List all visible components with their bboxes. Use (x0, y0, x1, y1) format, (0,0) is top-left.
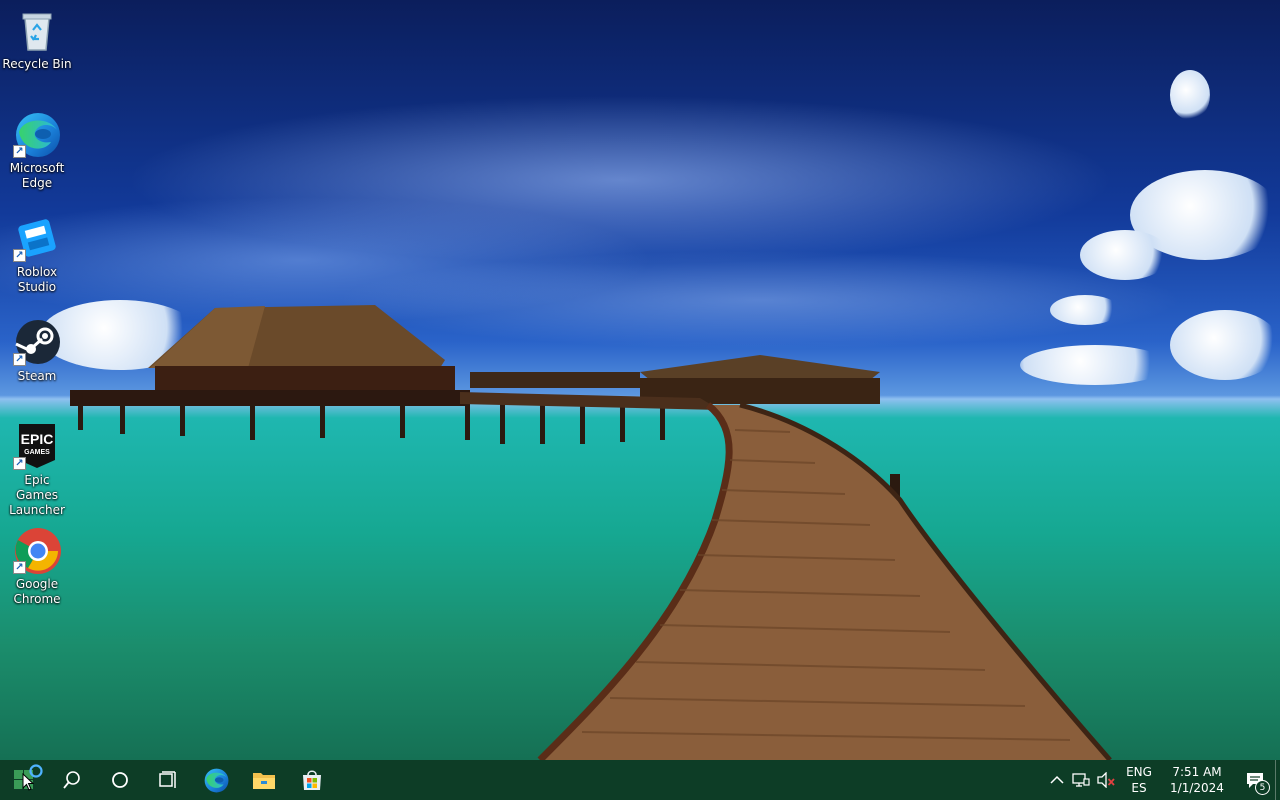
desktop-icon-roblox-studio[interactable]: ↗ Roblox Studio (2, 214, 72, 295)
folder-icon (253, 773, 275, 789)
task-view-icon (159, 771, 176, 788)
desktop-icon-label: Steam (17, 369, 57, 383)
desktop-icon-label: Recycle Bin (2, 57, 72, 71)
system-tray: ENG ES 7:51 AM 1/1/2024 5 (1045, 760, 1280, 800)
desktop-icon-microsoft-edge[interactable]: ↗ Microsoft Edge (2, 110, 72, 191)
network-icon (1072, 773, 1090, 787)
chevron-up-icon (1050, 775, 1064, 784)
desktop-icon-google-chrome[interactable]: ↗ Google Chrome (2, 526, 72, 607)
svg-text:GAMES: GAMES (24, 449, 50, 456)
taskbar: ENG ES 7:51 AM 1/1/2024 5 (0, 760, 1280, 800)
microsoft-store-button[interactable] (288, 760, 336, 800)
steam-icon: ↗ (13, 318, 61, 366)
input-language-button[interactable]: ENG ES (1119, 760, 1159, 800)
speaker-muted-icon (1097, 772, 1115, 788)
far-hut-roof (640, 355, 880, 380)
recycle-bin-icon (13, 6, 61, 54)
edge-taskbar-button[interactable] (192, 760, 240, 800)
notification-count-badge: 5 (1255, 780, 1270, 795)
file-explorer-button[interactable] (240, 760, 288, 800)
network-button[interactable] (1069, 760, 1093, 800)
search-button[interactable] (48, 760, 96, 800)
clock-date: 1/1/2024 (1170, 781, 1224, 795)
task-view-button[interactable] (144, 760, 192, 800)
desktop-icon-steam[interactable]: ↗ Steam (2, 318, 72, 384)
volume-button[interactable] (1093, 760, 1119, 800)
edge-icon (204, 768, 229, 793)
show-hidden-icons-button[interactable] (1045, 760, 1069, 800)
shortcut-arrow-icon: ↗ (13, 457, 26, 470)
mouse-cursor-icon (22, 773, 34, 791)
action-center-button[interactable]: 5 (1235, 760, 1275, 800)
clock-button[interactable]: 7:51 AM 1/1/2024 (1159, 760, 1235, 800)
shortcut-arrow-icon: ↗ (13, 145, 26, 158)
epic-games-icon: EPIC GAMES ↗ (13, 422, 61, 470)
desktop-icon-epic-games-launcher[interactable]: EPIC GAMES ↗ Epic Games Launcher (2, 422, 72, 518)
main-jetty (70, 390, 470, 406)
overwater-bungalows-scene (70, 305, 1112, 760)
desktop-icon-recycle-bin[interactable]: Recycle Bin (2, 6, 72, 72)
store-icon (303, 770, 321, 790)
desktop-icon-label: Roblox Studio (16, 265, 58, 294)
shortcut-arrow-icon: ↗ (13, 353, 26, 366)
svg-text:EPIC: EPIC (21, 431, 54, 447)
shortcut-arrow-icon: ↗ (13, 561, 26, 574)
search-icon (63, 771, 80, 789)
desktop-icon-label: Microsoft Edge (9, 161, 65, 190)
cortana-button[interactable] (96, 760, 144, 800)
desktop-wallpaper (0, 0, 1280, 760)
keyboard-layout-code: ES (1131, 781, 1147, 795)
shortcut-arrow-icon: ↗ (13, 249, 26, 262)
desktop-icon-label: Google Chrome (13, 577, 61, 606)
cortana-circle-icon (112, 772, 128, 788)
edge-icon: ↗ (13, 110, 61, 158)
chrome-icon: ↗ (13, 526, 61, 574)
start-button[interactable] (0, 760, 48, 800)
clock-time: 7:51 AM (1172, 765, 1222, 779)
main-hut-body (155, 366, 455, 394)
show-desktop-button[interactable] (1275, 760, 1280, 800)
roblox-studio-icon: ↗ (13, 214, 61, 262)
desktop-icon-label: Epic Games Launcher (9, 473, 65, 517)
language-code: ENG (1126, 765, 1152, 779)
